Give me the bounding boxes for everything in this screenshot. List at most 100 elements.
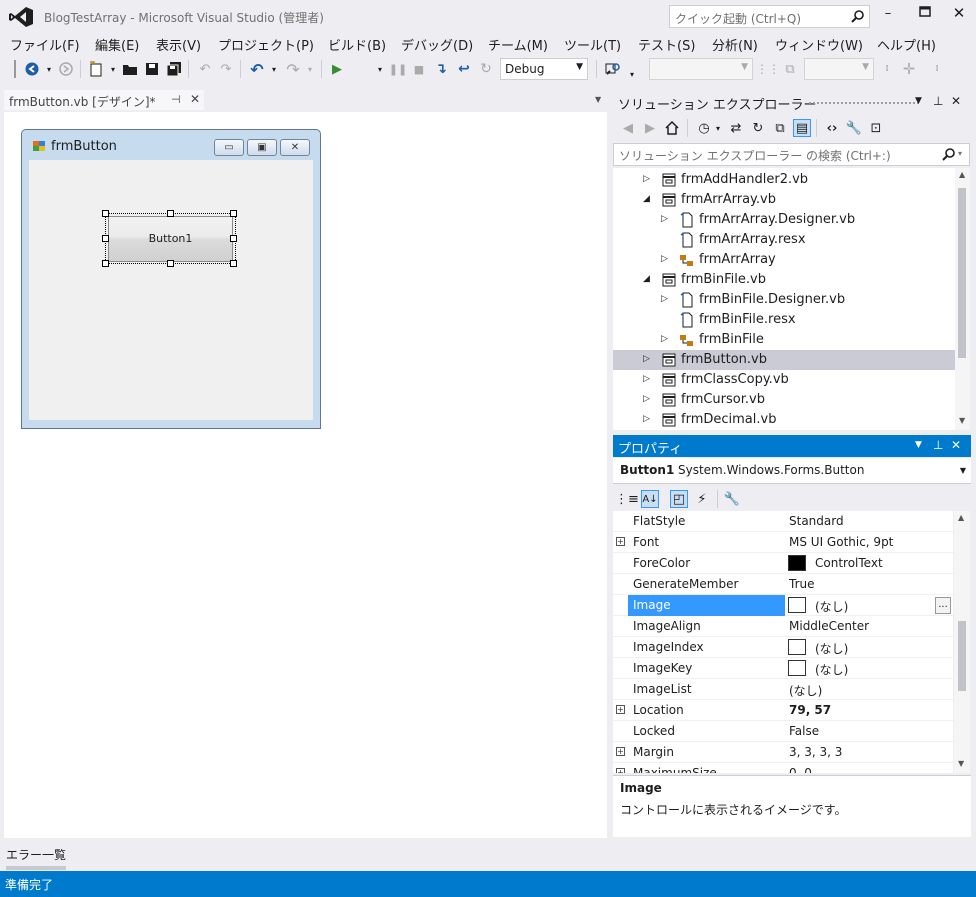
find-in-files-button[interactable] <box>604 60 622 78</box>
find-dropdown-icon[interactable]: ▾ <box>623 65 641 83</box>
scroll-up-icon[interactable]: ▲ <box>959 170 965 179</box>
menu-edit[interactable]: 編集(E) <box>95 35 139 54</box>
property-row[interactable]: Locked False <box>613 721 953 742</box>
expander-icon[interactable]: ◢ <box>643 194 650 204</box>
tree-item[interactable]: ▷ frmButton.vb <box>613 350 955 370</box>
tree-item[interactable]: ▷ frmAddHandler2.vb <box>613 170 955 190</box>
scroll-up-icon[interactable]: ▲ <box>958 513 964 522</box>
close-icon[interactable]: ✕ <box>951 438 961 452</box>
tree-item[interactable]: frmBinFile.resx <box>613 310 955 330</box>
scroll-thumb[interactable] <box>958 621 966 691</box>
start-debug-icon[interactable]: ▶ <box>328 60 346 78</box>
solution-explorer-scrollbar[interactable]: ▲ ▼ <box>955 168 970 430</box>
ellipsis-button[interactable]: ... <box>935 597 951 614</box>
property-row[interactable]: + Location 79, 57 <box>613 700 953 721</box>
undo-dropdown-icon[interactable]: ▾ <box>265 60 283 78</box>
window-position-dropdown-icon[interactable]: ▼ <box>915 440 922 450</box>
menu-help[interactable]: ヘルプ(H) <box>877 35 936 54</box>
property-value[interactable]: False <box>789 724 819 738</box>
add-guide-icon[interactable]: ✛ <box>900 60 918 78</box>
tree-item[interactable]: ▷ frmBinFile.Designer.vb <box>613 290 955 310</box>
layout-grid-icon[interactable]: ⋮⋮ <box>756 60 780 78</box>
expand-plus-icon[interactable]: + <box>616 537 625 546</box>
resize-handle-ne[interactable] <box>230 210 237 217</box>
menu-window[interactable]: ウィンドウ(W) <box>775 35 863 54</box>
close-window-button[interactable]: ✕ <box>948 4 970 22</box>
resize-handle-e[interactable] <box>230 235 237 242</box>
property-value[interactable]: Standard <box>789 514 844 528</box>
menu-tools[interactable]: ツール(T) <box>564 35 621 54</box>
form-client-area[interactable] <box>29 160 313 420</box>
step-out-icon[interactable]: ↻ <box>477 60 495 78</box>
form-maximize-button[interactable]: ▣ <box>247 139 277 156</box>
redo-button[interactable]: ↷ <box>284 60 302 79</box>
home-icon[interactable] <box>663 119 681 137</box>
resize-handle-nw[interactable] <box>102 210 109 217</box>
tree-item[interactable]: ▷ frmDecimal.vb <box>613 410 955 430</box>
pin-icon[interactable]: ⊥ <box>933 438 943 452</box>
save-all-button[interactable] <box>165 60 183 78</box>
property-value[interactable]: (なし) <box>789 682 822 699</box>
window-position-dropdown-icon[interactable]: ▼ <box>915 96 922 106</box>
property-value[interactable]: 79, 57 <box>789 703 831 717</box>
align-icon[interactable]: ⧉ <box>781 60 799 78</box>
property-row[interactable]: ImageAlign MiddleCenter <box>613 616 953 637</box>
start-dropdown-icon[interactable]: ▾ <box>371 60 389 78</box>
expand-plus-icon[interactable]: + <box>616 705 625 714</box>
scroll-down-icon[interactable]: ▼ <box>958 759 964 768</box>
menu-team[interactable]: チーム(M) <box>488 35 548 54</box>
expander-icon[interactable]: ▷ <box>643 354 650 364</box>
expander-icon[interactable]: ▷ <box>643 174 650 184</box>
tree-item[interactable]: frmArrArray.resx <box>613 230 955 250</box>
menu-test[interactable]: テスト(S) <box>638 35 695 54</box>
step-into-icon[interactable]: ↴ <box>432 60 450 78</box>
minimize-button[interactable]: – <box>877 6 899 24</box>
property-value[interactable]: 0, 0 <box>789 766 812 773</box>
properties-wrench-icon[interactable]: 🔧 <box>845 119 863 137</box>
properties-object-selector[interactable]: Button1 System.Windows.Forms.Button ▼ <box>613 458 971 484</box>
expander-icon[interactable]: ▷ <box>661 254 668 264</box>
comment-out-button[interactable]: ↶ <box>196 60 214 78</box>
stop-icon[interactable]: ■ <box>410 60 428 78</box>
property-value[interactable]: (なし) <box>815 598 848 615</box>
tree-item[interactable]: ▷ frmClassCopy.vb <box>613 370 955 390</box>
expander-icon[interactable]: ▷ <box>643 394 650 404</box>
maximize-button[interactable] <box>914 6 936 24</box>
property-row[interactable]: Image (なし)... <box>613 595 953 616</box>
property-value[interactable]: MiddleCenter <box>789 619 869 633</box>
search-options-dropdown-icon[interactable]: ▾ <box>958 149 962 158</box>
navigate-forward-button[interactable] <box>57 60 75 78</box>
redo-dropdown-icon[interactable]: ▾ <box>301 60 319 78</box>
disabled-combo-1[interactable]: ▼ <box>649 58 753 80</box>
tree-item[interactable]: ▷ frmArrArray <box>613 250 955 270</box>
show-all-files-icon[interactable]: ▤ <box>793 119 811 137</box>
expander-icon[interactable]: ▷ <box>661 294 668 304</box>
property-pages-icon[interactable]: 🔧 <box>723 490 741 508</box>
view-designer-icon[interactable]: ⊡ <box>867 119 885 137</box>
properties-scrollbar[interactable]: ▲ ▼ <box>954 511 970 773</box>
expand-plus-icon[interactable]: + <box>616 768 625 773</box>
filter-dropdown-icon[interactable]: ▾ <box>709 119 727 137</box>
properties-view-icon[interactable]: ◰ <box>670 490 688 508</box>
solution-config-select[interactable]: Debug ▼ <box>500 58 588 80</box>
expander-icon[interactable]: ▷ <box>661 334 668 344</box>
property-value[interactable]: 3, 3, 3, 3 <box>789 745 842 759</box>
property-value[interactable]: MS UI Gothic, 9pt <box>789 535 893 549</box>
property-row[interactable]: + MaximumSize 0, 0 <box>613 763 953 773</box>
solution-explorer-search-input[interactable]: ソリューション エクスプローラー の検索 (Ctrl+:) ▾ <box>613 143 970 166</box>
pin-icon[interactable]: ⊣ <box>171 93 181 106</box>
pause-icon[interactable]: ❚❚ <box>389 60 407 78</box>
quick-launch-input[interactable]: クイック起動 (Ctrl+Q) <box>669 5 870 28</box>
form-minimize-button[interactable]: ▭ <box>214 139 244 156</box>
property-value[interactable]: ControlText <box>815 556 883 570</box>
property-row[interactable]: + Margin 3, 3, 3, 3 <box>613 742 953 763</box>
menu-build[interactable]: ビルド(B) <box>328 35 386 54</box>
property-row[interactable]: ImageKey (なし) <box>613 658 953 679</box>
undo-button[interactable]: ↶ <box>248 60 266 79</box>
tree-item[interactable]: ◢ frmArrArray.vb <box>613 190 955 210</box>
toolbar-overflow-icon[interactable]: ⁞ <box>878 60 896 78</box>
property-row[interactable]: ForeColor ControlText <box>613 553 953 574</box>
resize-handle-s[interactable] <box>167 260 174 267</box>
scroll-thumb[interactable] <box>958 188 966 358</box>
menu-view[interactable]: 表示(V) <box>156 35 201 54</box>
